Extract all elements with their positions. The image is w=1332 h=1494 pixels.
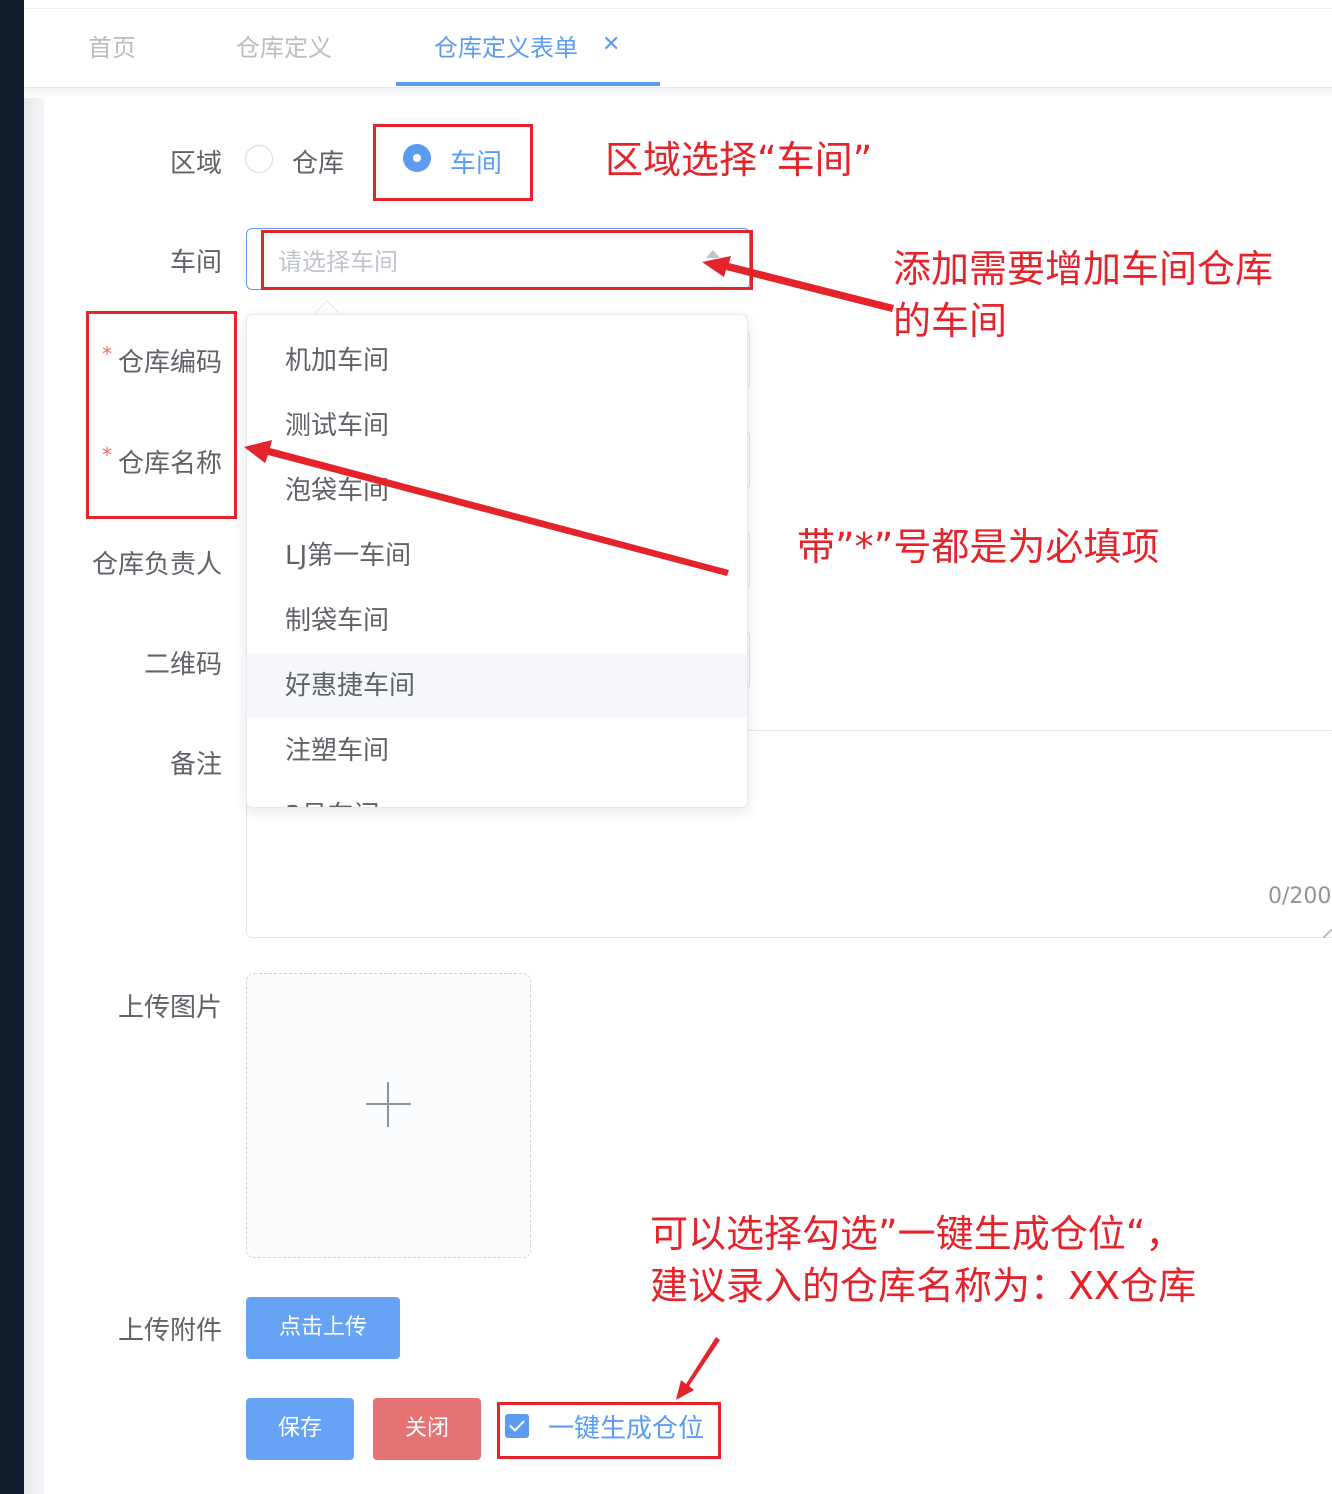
arrow-to-auto-generate [676,1337,720,1400]
annotation-box-required [86,311,237,519]
dropdown-option[interactable]: 3号车间 [247,784,747,807]
area-label: 区域 [169,149,222,179]
upload-image-label: 上传图片 [117,993,222,1023]
annotation-workshop-note-1: 添加需要增加车间仓库 [893,247,1274,291]
radio-warehouse-label[interactable]: 仓库 [292,143,344,180]
active-tab-indicator [396,82,660,86]
dropdown-option[interactable]: 测试车间 [247,394,747,458]
tabs-bar [24,0,1332,88]
annotation-generate-note-2: 建议录入的仓库名称为：XX仓库 [650,1264,1197,1308]
remark-counter: 0/200 [1268,884,1332,909]
tab-warehouse-definition[interactable]: 仓库定义 [236,28,332,63]
dropdown-option[interactable]: 制袋车间 [247,589,747,653]
header-shadow [24,88,1332,98]
annotation-box-generate [497,1402,721,1459]
dropdown-option[interactable]: 机加车间 [247,329,747,393]
close-icon[interactable]: ✕ [602,34,620,56]
tab-warehouse-form[interactable]: 仓库定义表单 [434,28,578,63]
dropdown-option[interactable]: LJ第一车间 [247,524,747,588]
annotation-box-workshop [261,230,753,290]
radio-warehouse[interactable] [245,145,273,173]
workshop-label: 车间 [169,248,222,278]
remark-label: 备注 [169,750,222,780]
manager-label: 仓库负责人 [91,550,222,580]
close-button[interactable]: 关闭 [373,1398,481,1460]
dropdown-option-hovered[interactable]: 好惠捷车间 [247,654,747,718]
dropdown-option[interactable]: 注塑车间 [247,719,747,783]
workshop-dropdown: 机加车间 测试车间 泡袋车间 LJ第一车间 制袋车间 好惠捷车间 注塑车间 3号… [246,314,748,808]
annotation-workshop-note-2: 的车间 [893,299,1008,343]
tab-home[interactable]: 首页 [88,28,136,63]
sidebar-edge [0,0,24,1494]
qrcode-label: 二维码 [143,650,222,680]
upload-attachment-label: 上传附件 [117,1316,222,1346]
content-shadow [24,0,44,1494]
annotation-required-note: 带”*”号都是为必填项 [797,525,1160,569]
annotation-generate-note-1: 可以选择勾选”一键生成仓位“， [650,1212,1184,1256]
page-root: 首页 仓库定义 仓库定义表单 ✕ 区域 仓库 车间 车间 请选择车间 * 仓库编码… [0,0,1332,1494]
upload-attachment-button[interactable]: 点击上传 [246,1297,400,1359]
annotation-box-area [373,124,533,201]
plus-icon [387,1082,389,1127]
tabs-divider [24,8,1332,9]
dropdown-option[interactable]: 泡袋车间 [247,459,747,523]
save-button[interactable]: 保存 [246,1398,354,1460]
annotation-area-note: 区域选择“车间” [605,138,873,182]
